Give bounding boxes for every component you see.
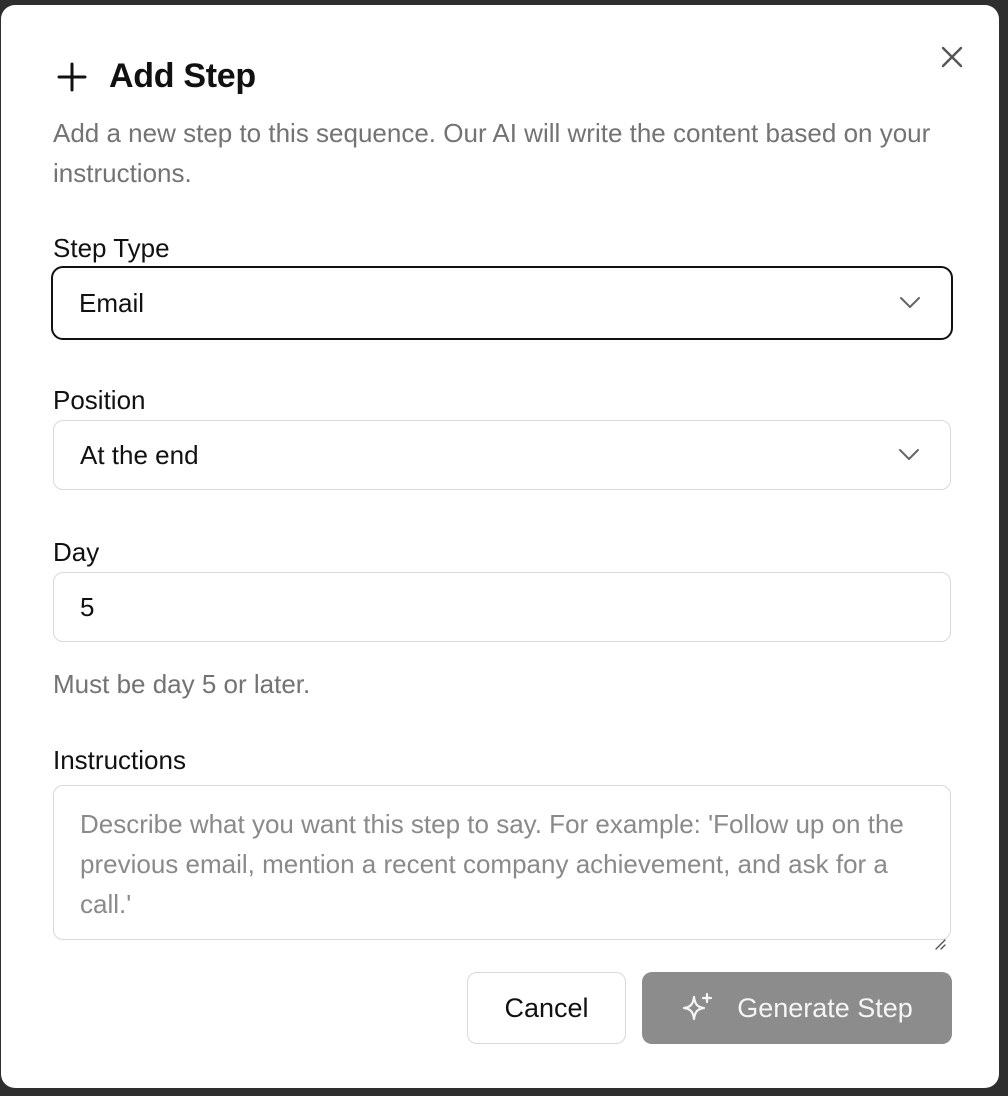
resize-handle-icon[interactable] (932, 921, 946, 950)
dialog-description: Add a new step to this sequence. Our AI … (53, 118, 931, 188)
position-value: At the end (80, 439, 199, 470)
dialog-title: Add Step (109, 57, 256, 95)
generate-step-button[interactable]: Generate Step (642, 972, 952, 1044)
step-type-value: Email (79, 287, 145, 318)
day-label: Day (53, 537, 100, 567)
chevron-down-icon (899, 292, 921, 314)
plus-icon (53, 58, 91, 96)
step-type-select[interactable]: Email (51, 266, 953, 340)
sparkle-icon (681, 991, 715, 1025)
add-step-dialog: Add Step Add a new step to this sequence… (1, 5, 999, 1088)
day-hint: Must be day 5 or later. (53, 669, 311, 699)
close-button[interactable] (938, 45, 966, 73)
cancel-button-label: Cancel (504, 992, 589, 1023)
chevron-down-icon (898, 444, 920, 466)
dialog-header: Add Step (53, 57, 256, 96)
instructions-textarea[interactable]: Describe what you want this step to say.… (53, 785, 951, 950)
instructions-label: Instructions (53, 745, 186, 775)
day-input[interactable]: 5 (53, 572, 951, 642)
instructions-placeholder: Describe what you want this step to say.… (80, 809, 904, 919)
position-select[interactable]: At the end (53, 420, 951, 490)
step-type-label: Step Type (53, 233, 170, 263)
cancel-button[interactable]: Cancel (467, 972, 626, 1044)
generate-step-button-label: Generate Step (737, 992, 913, 1023)
close-icon (941, 46, 963, 73)
position-label: Position (53, 385, 146, 415)
day-value: 5 (80, 591, 95, 622)
